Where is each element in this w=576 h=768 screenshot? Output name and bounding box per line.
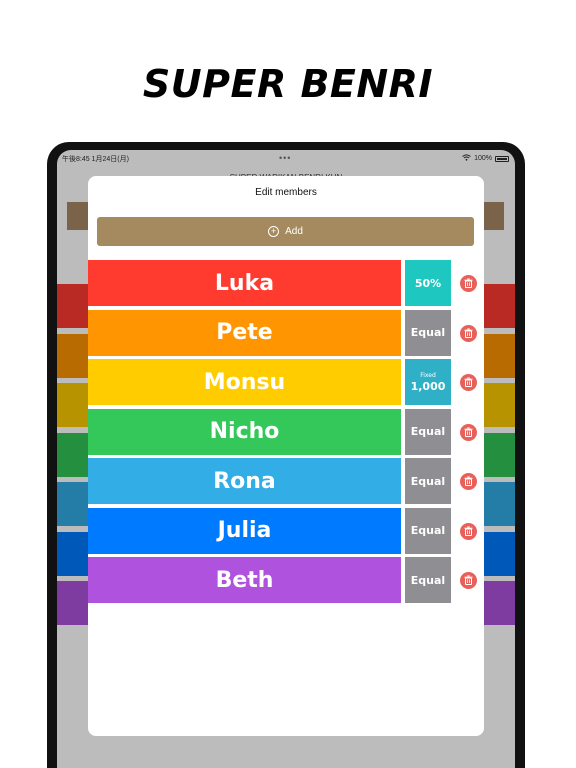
share-type-badge[interactable]: Equal bbox=[405, 557, 451, 603]
member-name-bar[interactable]: Pete bbox=[88, 309, 401, 356]
status-right: 100% bbox=[462, 154, 509, 163]
background-member-row-right bbox=[479, 531, 515, 576]
trash-icon bbox=[464, 377, 473, 387]
edit-members-sheet: Edit members + Add Luka 50% Pete Equal Monsu… bbox=[88, 176, 484, 736]
trash-icon bbox=[464, 476, 473, 486]
share-type-value: Equal bbox=[410, 326, 446, 339]
member-row: Luka 50% bbox=[88, 260, 484, 306]
member-row: Monsu Fixed 1,000 bbox=[88, 359, 484, 405]
share-type-badge[interactable]: Equal bbox=[405, 458, 451, 504]
member-row: Beth Equal bbox=[88, 557, 484, 603]
trash-icon bbox=[464, 427, 473, 437]
multitasking-dots[interactable]: ••• bbox=[279, 153, 291, 163]
delete-member-button[interactable] bbox=[460, 473, 477, 490]
battery-percent: 100% bbox=[474, 155, 492, 162]
share-type-badge[interactable]: Equal bbox=[405, 507, 451, 554]
delete-member-button[interactable] bbox=[460, 423, 477, 441]
member-name-bar[interactable]: Julia bbox=[88, 507, 401, 554]
status-time: 午後8:45 1月24日(月) bbox=[62, 156, 129, 163]
trash-icon bbox=[464, 575, 473, 585]
delete-member-button[interactable] bbox=[460, 572, 477, 589]
member-row: Julia Equal bbox=[88, 507, 484, 554]
member-name-bar[interactable]: Luka bbox=[88, 260, 401, 306]
share-type-value: 1,000 bbox=[410, 379, 446, 393]
add-member-button[interactable]: + Add bbox=[97, 217, 474, 246]
trash-icon bbox=[464, 328, 473, 338]
plus-circle-icon: + bbox=[268, 226, 280, 237]
background-member-row-right bbox=[479, 581, 515, 625]
share-type-value: Equal bbox=[410, 425, 446, 438]
background-member-row-right bbox=[479, 432, 515, 477]
background-member-row-right bbox=[479, 482, 515, 526]
background-member-row-right bbox=[479, 333, 515, 378]
share-type-sublabel: Fixed bbox=[420, 371, 436, 379]
delete-member-button[interactable] bbox=[460, 275, 477, 292]
delete-member-button[interactable] bbox=[460, 522, 477, 540]
wifi-icon bbox=[462, 154, 471, 163]
share-type-badge[interactable]: Fixed 1,000 bbox=[405, 359, 451, 405]
share-type-value: 50% bbox=[414, 276, 442, 290]
headline: SUPER BENRI bbox=[142, 62, 434, 106]
member-name-bar[interactable]: Rona bbox=[88, 458, 401, 504]
share-type-badge[interactable]: Equal bbox=[405, 408, 451, 455]
sheet-title: Edit members bbox=[255, 187, 317, 198]
member-row: Nicho Equal bbox=[88, 408, 484, 455]
share-type-badge[interactable]: Equal bbox=[405, 309, 451, 356]
status-bar: 午後8:45 1月24日(月) ••• 100% bbox=[57, 150, 515, 166]
background-member-row-right bbox=[479, 284, 515, 328]
battery-icon bbox=[495, 155, 509, 162]
trash-icon bbox=[464, 526, 473, 536]
member-row: Rona Equal bbox=[88, 458, 484, 504]
share-type-badge[interactable]: 50% bbox=[405, 260, 451, 306]
background-member-row-right bbox=[479, 383, 515, 427]
delete-member-button[interactable] bbox=[460, 324, 477, 342]
member-row: Pete Equal bbox=[88, 309, 484, 356]
share-type-value: Equal bbox=[410, 573, 446, 587]
trash-icon bbox=[464, 278, 473, 288]
member-name-bar[interactable]: Beth bbox=[88, 557, 401, 603]
member-name-bar[interactable]: Monsu bbox=[88, 359, 401, 405]
share-type-value: Equal bbox=[410, 474, 446, 488]
add-button-label: Add bbox=[285, 226, 303, 237]
share-type-value: Equal bbox=[410, 524, 446, 537]
delete-member-button[interactable] bbox=[460, 374, 477, 391]
member-name-bar[interactable]: Nicho bbox=[88, 408, 401, 455]
